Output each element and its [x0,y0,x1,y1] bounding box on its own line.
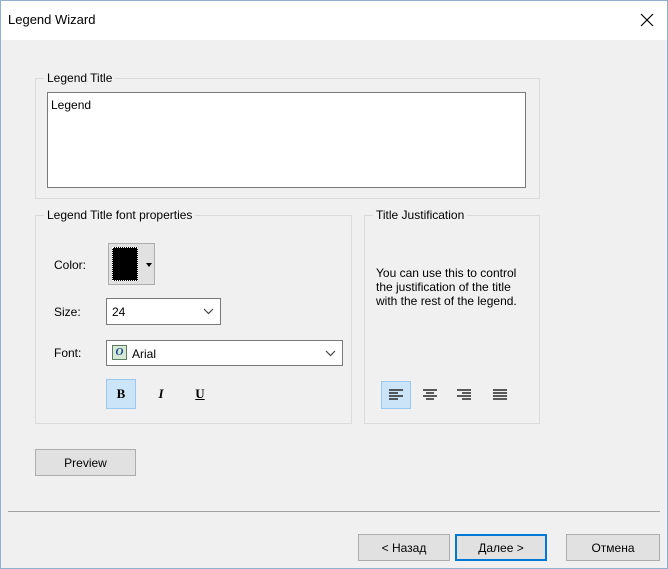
align-left-button[interactable] [381,381,411,409]
size-label: Size: [54,305,81,319]
justification-description: You can use this to control the justific… [376,266,517,308]
font-type-icon: O [112,345,127,360]
bold-button[interactable]: B [106,379,136,409]
align-center-icon [423,389,437,400]
back-button-label: < Назад [381,540,427,555]
legend-title-input[interactable]: Legend [47,92,526,188]
close-icon [640,13,654,27]
italic-icon: I [158,386,164,401]
title-justification-group-label: Title Justification [373,208,468,223]
size-value: 24 [112,305,126,319]
font-value: Arial [132,347,157,361]
chevron-down-icon [325,350,336,357]
color-label: Color: [54,258,87,272]
italic-button[interactable]: I [146,379,176,409]
close-button[interactable] [626,0,668,40]
font-properties-group-label: Legend Title font properties [44,208,196,223]
color-picker-button[interactable] [108,243,155,285]
size-select[interactable]: 24 [106,298,221,325]
font-select[interactable]: O Arial [106,340,343,366]
chevron-down-icon [203,308,214,315]
window-title: Legend Wizard [8,12,96,27]
legend-title-group-label: Legend Title [44,71,116,86]
preview-button[interactable]: Preview [35,449,136,476]
footer-divider [8,511,660,512]
font-label: Font: [54,346,82,360]
cancel-button-label: Отмена [591,540,635,555]
title-bar: Legend Wizard [0,0,668,40]
next-button-label: Далее > [478,540,524,555]
next-button[interactable]: Далее > [455,534,547,561]
cancel-button[interactable]: Отмена [566,534,660,561]
justify-icon [493,389,507,400]
align-right-icon [457,389,471,400]
bold-icon: B [116,386,126,401]
align-left-icon [389,389,403,400]
underline-icon: U [195,386,205,401]
color-swatch [112,247,138,281]
underline-button[interactable]: U [185,379,215,409]
align-center-button[interactable] [415,381,445,409]
back-button[interactable]: < Назад [358,534,450,561]
preview-button-label: Preview [64,455,107,470]
dropdown-arrow-icon [146,263,152,267]
align-right-button[interactable] [449,381,479,409]
justify-button[interactable] [485,381,515,409]
